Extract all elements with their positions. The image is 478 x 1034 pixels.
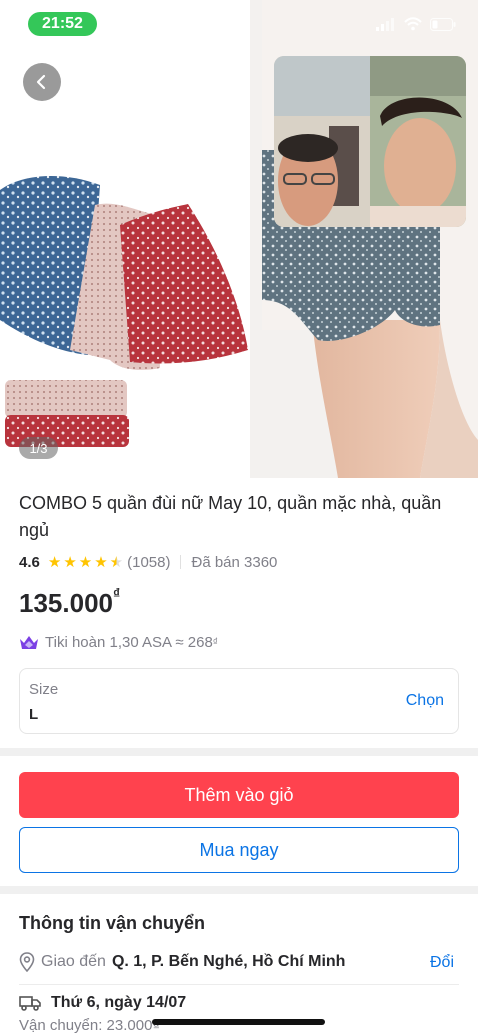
deliver-to-label: Giao đến (41, 953, 106, 970)
sold-count: Đã bán 3360 (191, 553, 278, 571)
shipping-address-row: Giao đến Q. 1, P. Bến Nghé, Hồ Chí Minh (19, 952, 459, 972)
status-icons (376, 17, 456, 31)
section-divider (0, 886, 478, 894)
star-icon: ★ (47, 553, 62, 571)
star-icon: ★ (78, 553, 93, 571)
location-pin-icon (19, 952, 35, 972)
chevron-left-icon (36, 74, 46, 90)
shipping-title: Thông tin vận chuyển (19, 913, 206, 933)
home-indicator[interactable] (152, 1019, 325, 1025)
cashback-text: Tiki hoàn 1,30 ASA ≈ 268 (45, 634, 213, 651)
crown-icon (20, 635, 38, 649)
delivery-date-row: Thứ 6, ngày 14/07 (19, 994, 186, 1012)
rating-value: 4.6 (19, 553, 40, 571)
star-icon: ★ (94, 553, 108, 571)
size-value: L (29, 706, 39, 723)
size-label: Size (29, 681, 59, 698)
choose-size-button[interactable]: Chọn (406, 692, 444, 710)
currency-symbol: ₫ (112, 585, 121, 602)
star-icon: ★ (63, 553, 77, 571)
caller-video (274, 56, 370, 227)
back-button[interactable] (23, 63, 61, 101)
buy-now-button[interactable]: Mua ngay (19, 827, 459, 873)
wifi-icon (404, 17, 422, 31)
divider (180, 555, 182, 569)
delivery-date: Thứ 6, ngày 14/07 (51, 994, 187, 1011)
rating-row[interactable]: 4.6 ★ ★ ★ ★ ★ (1058) Đã bán 3360 (19, 552, 277, 572)
divider (19, 984, 459, 985)
delivery-address: Q. 1, P. Bến Nghé, Hồ Chí Minh (111, 953, 346, 970)
image-counter: 1/3 (19, 437, 58, 459)
product-title: COMBO 5 quần đùi nữ May 10, quần mặc nhà… (19, 493, 442, 540)
video-call-overlay[interactable] (274, 56, 466, 227)
signal-icon (376, 18, 394, 31)
half-star-icon: ★ (109, 553, 124, 571)
shipping-fee: Vận chuyển: 23.000₫ (19, 1017, 161, 1034)
status-time: 21:52 (28, 12, 97, 36)
change-address-button[interactable]: Đổi (430, 954, 454, 972)
cashback-currency: ₫ (212, 637, 218, 648)
battery-icon (430, 17, 456, 31)
product-image-gallery[interactable]: 21:52 1/3 (0, 0, 478, 478)
product-price: 135.000₫ (19, 585, 121, 619)
self-video (370, 56, 466, 227)
price-value: 135.000 (19, 588, 113, 618)
section-divider (0, 748, 478, 756)
add-to-cart-button[interactable]: Thêm vào giỏ (19, 772, 459, 818)
truck-icon (19, 996, 41, 1011)
cashback-info[interactable]: Tiki hoàn 1,30 ASA ≈ 268 ₫ (19, 634, 218, 651)
rating-stars: ★ ★ ★ ★ ★ (48, 555, 123, 570)
review-count: (1058) (127, 553, 171, 571)
size-selector[interactable]: Size L Chọn (19, 668, 459, 734)
